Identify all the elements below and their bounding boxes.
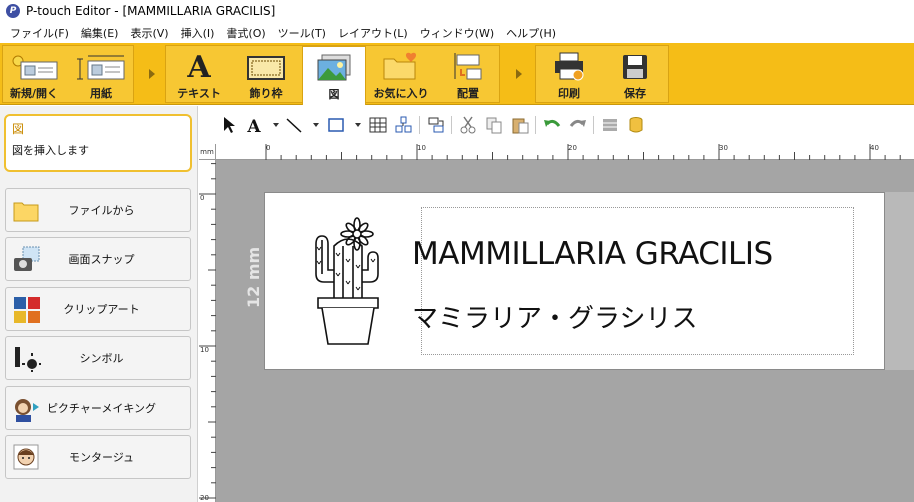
tape-size-label: 12 mm bbox=[244, 246, 263, 308]
symbol-button[interactable]: シンボル bbox=[5, 336, 191, 380]
menu-edit[interactable]: 編集(E) bbox=[81, 25, 119, 41]
vertical-ruler: 0 10 20 bbox=[199, 160, 216, 502]
transfer-tool-icon[interactable] bbox=[427, 116, 445, 134]
montage-icon bbox=[13, 444, 39, 470]
copy-icon[interactable] bbox=[485, 116, 503, 134]
paste-icon[interactable] bbox=[511, 116, 529, 134]
new-open-button[interactable]: 新規/開く bbox=[4, 46, 64, 104]
text-tool-dropdown-icon[interactable] bbox=[273, 123, 279, 127]
toolbar-separator-2 bbox=[451, 116, 452, 134]
clipart-icon bbox=[13, 296, 40, 323]
svg-text:A: A bbox=[246, 117, 261, 134]
picture-making-button[interactable]: ピクチャーメイキング bbox=[5, 386, 191, 430]
v-ruler-label-10: 10 bbox=[200, 346, 209, 354]
paper-icon bbox=[77, 55, 125, 80]
rectangle-tool-icon[interactable] bbox=[327, 116, 345, 134]
redo-icon[interactable] bbox=[569, 116, 587, 134]
menu-help[interactable]: ヘルプ(H) bbox=[506, 25, 556, 41]
text-tool-icon[interactable]: A bbox=[245, 116, 263, 134]
frame-button[interactable]: 飾り枠 bbox=[234, 46, 298, 104]
info-box: 図 図を挿入します bbox=[4, 114, 192, 172]
save-button[interactable]: 保存 bbox=[603, 46, 667, 104]
cut-icon[interactable] bbox=[459, 116, 477, 134]
label-subtitle-text[interactable]: マミラリア・グラシリス bbox=[412, 298, 697, 335]
clipart-button[interactable]: クリップアート bbox=[5, 287, 191, 331]
ruler-unit: mm bbox=[199, 144, 216, 160]
menu-view[interactable]: 表示(V) bbox=[130, 25, 168, 41]
menu-layout[interactable]: レイアウト(L) bbox=[338, 25, 408, 41]
picture-making-icon bbox=[13, 395, 39, 422]
database-icon[interactable] bbox=[627, 116, 645, 134]
ribbon-expand-arrow-2-icon[interactable] bbox=[516, 69, 522, 79]
camera-icon bbox=[13, 246, 40, 272]
svg-text:A: A bbox=[186, 51, 211, 81]
paper-button[interactable]: 用紙 bbox=[70, 46, 132, 104]
app-logo-icon: P bbox=[6, 4, 20, 18]
h-ruler-label-0: 0 bbox=[266, 144, 271, 152]
window-title: P-touch Editor - [MAMMILLARIA GRACILIS] bbox=[26, 4, 276, 18]
save-disk-icon bbox=[623, 55, 647, 79]
folder-icon bbox=[13, 197, 39, 223]
text-icon: A bbox=[186, 51, 211, 81]
undo-icon[interactable] bbox=[543, 116, 561, 134]
h-ruler-label-40: 40 bbox=[870, 144, 879, 152]
montage-button[interactable]: モンタージュ bbox=[5, 435, 191, 479]
print-button[interactable]: 印刷 bbox=[537, 46, 601, 104]
h-ruler-label-30: 30 bbox=[719, 144, 728, 152]
text-button[interactable]: A テキスト bbox=[168, 46, 230, 104]
title-bar: P P-touch Editor - [MAMMILLARIA GRACILIS… bbox=[0, 0, 914, 22]
favorites-folder-heart-icon bbox=[383, 52, 417, 80]
h-ruler-label-20: 20 bbox=[568, 144, 577, 152]
favorites-button[interactable]: お気に入り bbox=[369, 46, 433, 104]
from-file-button[interactable]: ファイルから bbox=[5, 188, 191, 232]
align-icon[interactable] bbox=[601, 116, 619, 134]
left-side-panel: 図 図を挿入します ファイルから 画面スナップ クリップアート シンボル ピクチ… bbox=[0, 106, 198, 502]
menu-bar: ファイル(F) 編集(E) 表示(V) 挿入(I) 書式(O) ツール(T) レ… bbox=[0, 22, 914, 43]
menu-tools[interactable]: ツール(T) bbox=[278, 25, 326, 41]
barcode-tool-icon[interactable] bbox=[395, 116, 413, 134]
table-tool-icon[interactable] bbox=[369, 116, 387, 134]
frame-icon bbox=[247, 56, 285, 80]
toolbar-separator-3 bbox=[535, 116, 536, 134]
arrange-button[interactable]: 配置 bbox=[438, 46, 498, 104]
printer-icon bbox=[555, 52, 584, 81]
label-margin-area bbox=[885, 192, 914, 370]
menu-insert[interactable]: 挿入(I) bbox=[181, 25, 215, 41]
line-tool-dropdown-icon[interactable] bbox=[313, 123, 319, 127]
drawing-toolbar: A bbox=[199, 106, 914, 144]
toolbar-separator-4 bbox=[593, 116, 594, 134]
toolbar-separator bbox=[419, 116, 420, 134]
info-description: 図を挿入します bbox=[12, 144, 89, 157]
symbol-icon bbox=[13, 345, 41, 372]
menu-file[interactable]: ファイル(F) bbox=[10, 25, 69, 41]
info-title: 図 bbox=[12, 122, 25, 136]
image-button[interactable]: 図 bbox=[302, 46, 366, 105]
v-ruler-label-20: 20 bbox=[200, 494, 209, 502]
v-ruler-label-0: 0 bbox=[200, 194, 205, 202]
select-arrow-icon[interactable] bbox=[221, 116, 239, 134]
menu-format[interactable]: 書式(O) bbox=[226, 25, 265, 41]
image-icon bbox=[317, 54, 351, 81]
arrange-icon bbox=[454, 53, 482, 80]
h-ruler-label-10: 10 bbox=[417, 144, 426, 152]
new-open-icon bbox=[12, 55, 58, 80]
line-tool-icon[interactable] bbox=[285, 116, 303, 134]
menu-window[interactable]: ウィンドウ(W) bbox=[420, 25, 494, 41]
label-title-text[interactable]: MAMMILLARIA GRACILIS bbox=[412, 236, 773, 272]
rectangle-tool-dropdown-icon[interactable] bbox=[355, 123, 361, 127]
ribbon-toolbar: 新規/開く 用紙 A テキスト 飾り枠 図 お気に入り 配置 印刷 保存 bbox=[0, 43, 914, 105]
ribbon-expand-arrow-icon[interactable] bbox=[149, 69, 155, 79]
screen-snap-button[interactable]: 画面スナップ bbox=[5, 237, 191, 281]
cactus-image[interactable] bbox=[310, 216, 386, 346]
horizontal-ruler: 0 10 20 30 40 bbox=[216, 144, 914, 160]
